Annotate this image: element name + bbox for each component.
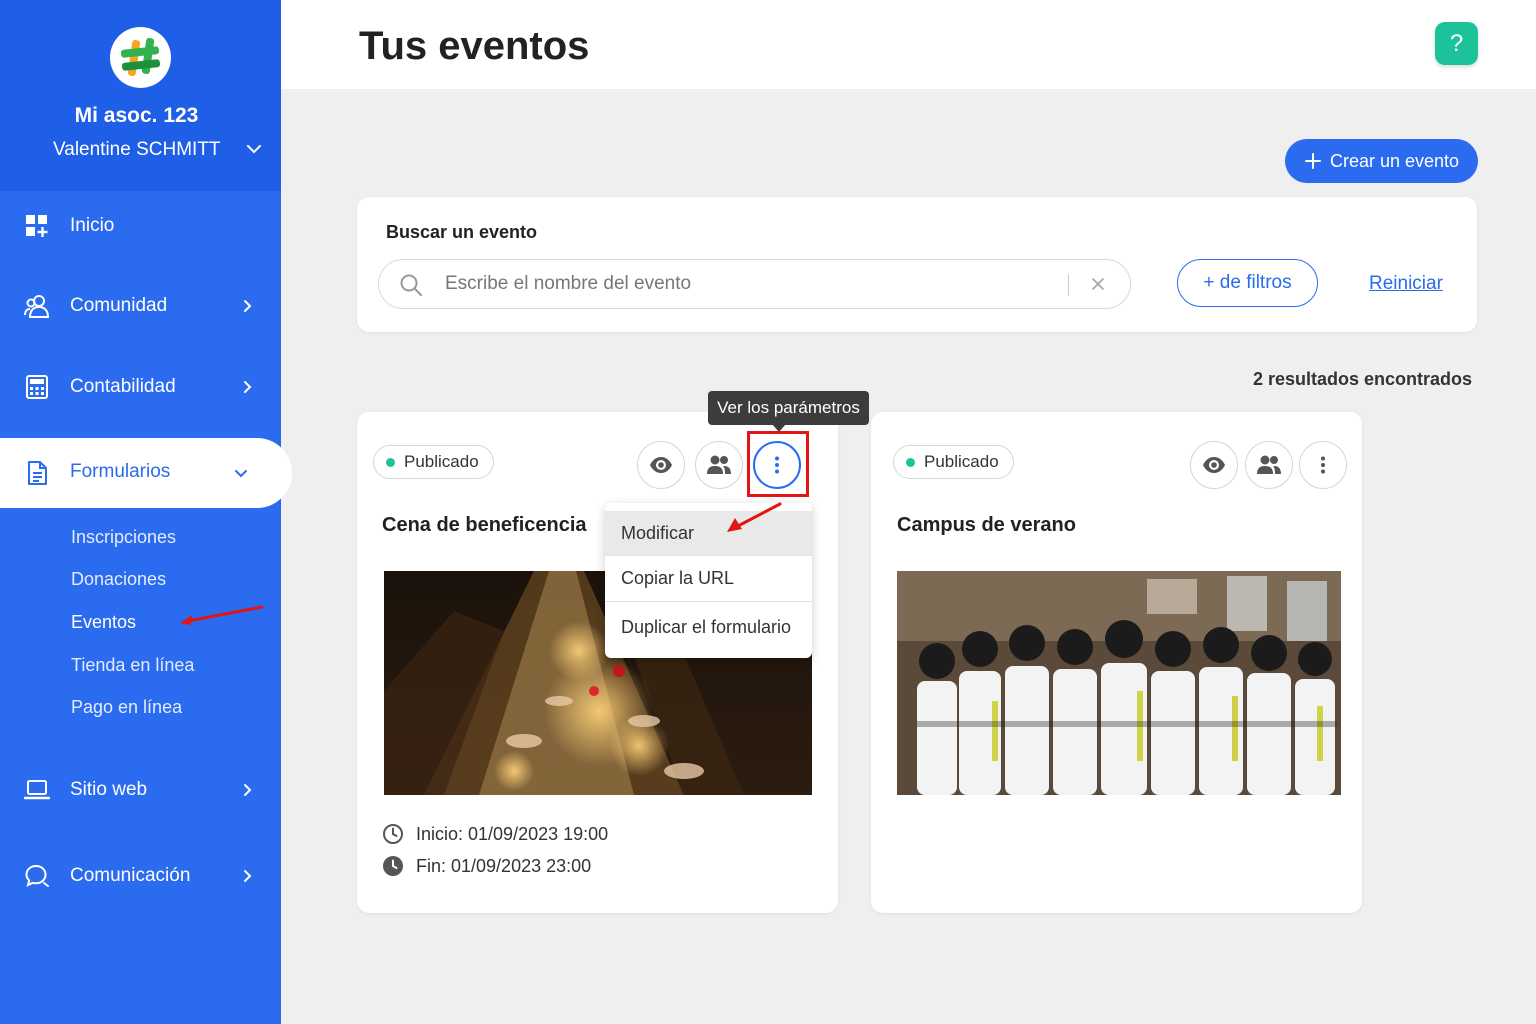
chevron-right-icon	[244, 381, 252, 393]
chevron-right-icon	[244, 784, 252, 796]
org-name: Mi asoc. 123	[74, 104, 199, 127]
hashtag-logo-icon	[120, 38, 161, 76]
more-vertical-icon	[1321, 456, 1325, 474]
sidebar-subitem-donaciones[interactable]: Donaciones	[71, 569, 166, 590]
clock-outline-icon	[383, 824, 403, 844]
help-button[interactable]: ?	[1435, 22, 1478, 65]
sidebar-item-label: Comunidad	[70, 295, 168, 316]
more-filters-button[interactable]: + de filtros	[1177, 259, 1318, 307]
results-count: 2 resultados encontrados	[1252, 369, 1472, 389]
menu-item-copiar-url[interactable]: Copiar la URL	[605, 556, 812, 601]
event-title[interactable]: Cena de beneficencia	[382, 514, 587, 537]
users-icon	[707, 455, 731, 474]
chevron-right-icon	[244, 300, 252, 312]
annotation-arrow-icon	[727, 502, 782, 532]
sidebar-item-comunidad[interactable]: Comunidad	[0, 276, 281, 336]
dashboard-icon	[26, 215, 48, 237]
status-badge: Publicado	[373, 445, 494, 479]
sidebar-item-comunicacion[interactable]: Comunicación	[0, 846, 281, 906]
sidebar-item-label: Inicio	[70, 215, 115, 236]
annotation-highlight-box	[747, 431, 809, 497]
create-event-button[interactable]: Crear un evento	[1285, 139, 1478, 183]
help-icon: ?	[1449, 29, 1464, 57]
participants-button[interactable]	[1245, 441, 1293, 489]
search-input[interactable]	[445, 273, 1045, 295]
sidebar-subitem-inscripciones[interactable]: Inscripciones	[71, 527, 176, 548]
search-panel: Buscar un evento + de filtros Reiniciar	[357, 197, 1477, 332]
sidebar-item-label: Formularios	[70, 461, 171, 482]
event-start-text: Inicio: 01/09/2023 19:00	[416, 823, 609, 844]
sidebar-subitem-tienda[interactable]: Tienda en línea	[71, 655, 194, 676]
create-event-label: Crear un evento	[1329, 150, 1460, 171]
participants-button[interactable]	[695, 441, 743, 489]
sidebar-item-label: Contabilidad	[70, 376, 176, 397]
event-card: Publicado Campus de verano	[871, 412, 1362, 913]
page-title: Tus eventos	[359, 24, 590, 68]
document-icon	[28, 461, 47, 485]
eye-icon	[1203, 457, 1225, 473]
plus-icon	[1304, 153, 1321, 169]
users-icon	[1257, 455, 1281, 474]
reset-link[interactable]: Reiniciar	[1369, 273, 1443, 295]
sidebar-subitem-pago[interactable]: Pago en línea	[71, 697, 182, 718]
preview-button[interactable]	[1190, 441, 1238, 489]
chat-icon	[25, 864, 49, 887]
menu-item-duplicar[interactable]: Duplicar el formulario	[605, 602, 812, 652]
search-separator	[1068, 274, 1069, 296]
eye-icon	[650, 457, 672, 473]
sidebar-item-label: Comunicación	[70, 865, 191, 886]
close-icon[interactable]	[1088, 274, 1108, 294]
annotation-arrow-icon	[180, 605, 264, 625]
org-logo[interactable]	[110, 27, 171, 88]
chevron-down-icon	[235, 470, 247, 478]
sidebar-subitem-eventos[interactable]: Eventos	[71, 612, 136, 633]
event-title[interactable]: Campus de verano	[897, 514, 1076, 537]
user-name[interactable]: Valentine SCHMITT	[53, 139, 221, 161]
event-end: Fin: 01/09/2023 23:00	[382, 855, 591, 877]
event-image	[897, 571, 1341, 795]
search-icon	[400, 274, 422, 296]
sidebar-item-sitio-web[interactable]: Sitio web	[0, 760, 281, 820]
sidebar-item-label: Sitio web	[70, 779, 148, 800]
event-end-text: Fin: 01/09/2023 23:00	[416, 855, 592, 876]
clock-filled-icon	[383, 856, 403, 876]
basketball-team-photo	[897, 571, 1341, 795]
settings-tooltip: Ver los parámetros	[708, 391, 869, 425]
settings-menu-button[interactable]	[1299, 441, 1347, 489]
chevron-right-icon	[244, 870, 252, 882]
chevron-down-icon[interactable]	[244, 139, 264, 159]
laptop-icon	[24, 780, 50, 800]
preview-button[interactable]	[637, 441, 685, 489]
status-dot	[906, 457, 915, 467]
event-start: Inicio: 01/09/2023 19:00	[382, 823, 608, 845]
search-title: Buscar un evento	[386, 222, 538, 242]
status-label: Publicado	[404, 452, 479, 471]
sidebar-item-contabilidad[interactable]: Contabilidad	[0, 357, 281, 417]
sidebar: Mi asoc. 123 Valentine SCHMITT Inicio Co…	[0, 0, 292, 1024]
status-badge: Publicado	[893, 445, 1014, 479]
status-dot	[386, 457, 395, 467]
sidebar-item-inicio[interactable]: Inicio	[0, 196, 281, 256]
status-label: Publicado	[924, 452, 999, 471]
search-box[interactable]	[378, 259, 1131, 309]
users-icon	[24, 295, 50, 318]
calculator-icon	[26, 375, 48, 399]
sidebar-header: Mi asoc. 123 Valentine SCHMITT	[0, 0, 281, 191]
sidebar-item-formularios[interactable]: Formularios	[0, 438, 292, 508]
